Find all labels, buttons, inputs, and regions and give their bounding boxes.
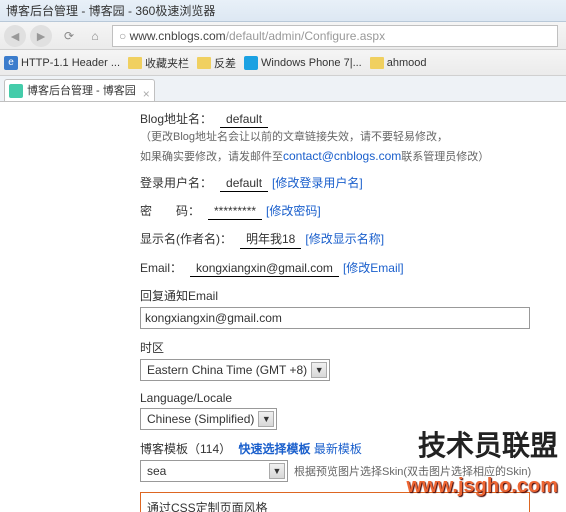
window-titlebar: 博客后台管理 - 博客园 - 360极速浏览器 (0, 0, 566, 22)
change-password-link[interactable]: [修改密码] (266, 202, 321, 219)
quick-skin-link[interactable]: 快速选择模板 (238, 442, 310, 456)
bookmark-wp7[interactable]: Windows Phone 7|... (244, 56, 362, 70)
tab-title: 博客后台管理 - 博客园 (27, 85, 136, 97)
blog-url-hint2: 如果确实要修改，请发邮件至 (140, 148, 283, 164)
timezone-label: 时区 (140, 339, 562, 356)
blog-url-value: default (220, 112, 268, 128)
change-login-link[interactable]: [修改登录用户名] (272, 174, 363, 191)
address-bar[interactable]: ○ www.cnblogs.com/default/admin/Configur… (112, 25, 558, 47)
skin-select[interactable]: sea ▼ (140, 460, 288, 482)
display-name-label: 显示名(作者名)： (140, 230, 232, 247)
display-name-row: 显示名(作者名)： 明年我18 [修改显示名称] (140, 230, 566, 249)
tab-active[interactable]: 博客后台管理 - 博客园 × (4, 79, 155, 101)
tab-strip: 博客后台管理 - 博客园 × (0, 76, 566, 102)
reply-email-row: 回复通知Email kongxiangxin@gmail.com (140, 287, 566, 329)
skin-value: sea (147, 464, 166, 478)
change-display-link[interactable]: [修改显示名称] (305, 230, 384, 247)
language-select[interactable]: Chinese (Simplified) ▼ (140, 408, 277, 430)
login-name-value: default (220, 176, 268, 192)
blog-url-row: Blog地址名： default （更改Blog地址名会让以前的文章链接失效，请… (140, 110, 566, 144)
watermark-text: 技术员联盟 (418, 424, 558, 464)
blog-url-hint3: 联系管理员修改） (401, 148, 489, 164)
change-email-link[interactable]: [修改Email] (343, 259, 404, 276)
reply-email-label: 回复通知Email (140, 287, 562, 304)
navigation-toolbar: ◄ ► ⟳ ⌂ ○ www.cnblogs.com/default/admin/… (0, 22, 566, 50)
watermark-url: www.jsgho.com (407, 475, 559, 498)
window-title: 博客后台管理 - 博客园 - 360极速浏览器 (6, 4, 215, 18)
chevron-down-icon: ▼ (269, 463, 285, 479)
blog-url-label: Blog地址名： (140, 110, 212, 127)
login-name-label: 登录用户名： (140, 174, 212, 191)
language-label: Language/Locale (140, 391, 562, 405)
bookmark-folder-contrast[interactable]: 反差 (197, 55, 236, 71)
password-value: ********* (208, 204, 262, 220)
home-button[interactable]: ⌂ (85, 26, 105, 46)
email-row: Email： kongxiangxin@gmail.com [修改Email] (140, 259, 566, 277)
contact-email-link[interactable]: contact@cnblogs.com (283, 149, 401, 163)
bookmark-folder-favorites[interactable]: 收藏夹栏 (128, 55, 189, 71)
protocol-icon: ○ (119, 29, 126, 43)
forward-button[interactable]: ► (30, 25, 52, 47)
folder-icon (197, 57, 211, 69)
chevron-down-icon: ▼ (311, 362, 327, 378)
blog-url-hint-row: 如果确实要修改，请发邮件至 contact@cnblogs.com 联系管理员修… (140, 148, 566, 164)
blog-url-hint1: （更改Blog地址名会让以前的文章链接失效，请不要轻易修改， (140, 128, 448, 144)
folder-icon (128, 57, 142, 69)
language-value: Chinese (Simplified) (147, 412, 254, 426)
back-button[interactable]: ◄ (4, 25, 26, 47)
timezone-row: 时区 Eastern China Time (GMT +8) ▼ (140, 339, 566, 381)
url-path: /default/admin/Configure.aspx (226, 29, 385, 43)
password-label: 密 码： (140, 202, 200, 219)
skin-label: 博客模板（114） (140, 442, 231, 456)
folder-icon (370, 57, 384, 69)
css-label: 通过CSS定制页面风格 (147, 501, 268, 512)
newest-skin-link[interactable]: 最新模板 (314, 442, 362, 456)
bookmark-folder-ahmood[interactable]: ahmood (370, 57, 427, 69)
chevron-down-icon: ▼ (258, 411, 274, 427)
bookmarks-bar: e HTTP-1.1 Header ... 收藏夹栏 反差 Windows Ph… (0, 50, 566, 76)
favicon-icon (9, 84, 23, 98)
email-value: kongxiangxin@gmail.com (190, 261, 339, 277)
timezone-value: Eastern China Time (GMT +8) (147, 363, 307, 377)
ie-icon: e (4, 56, 18, 70)
windows-phone-icon (244, 56, 258, 70)
reply-email-input[interactable]: kongxiangxin@gmail.com (140, 307, 530, 329)
reload-button[interactable]: ⟳ (59, 26, 79, 46)
password-row: 密 码： ********* [修改密码] (140, 202, 566, 220)
display-name-value: 明年我18 (240, 230, 301, 249)
timezone-select[interactable]: Eastern China Time (GMT +8) ▼ (140, 359, 330, 381)
email-label: Email： (140, 259, 182, 276)
login-name-row: 登录用户名： default [修改登录用户名] (140, 174, 566, 192)
url-host: www.cnblogs.com (130, 29, 226, 43)
bookmark-http[interactable]: e HTTP-1.1 Header ... (4, 56, 120, 70)
